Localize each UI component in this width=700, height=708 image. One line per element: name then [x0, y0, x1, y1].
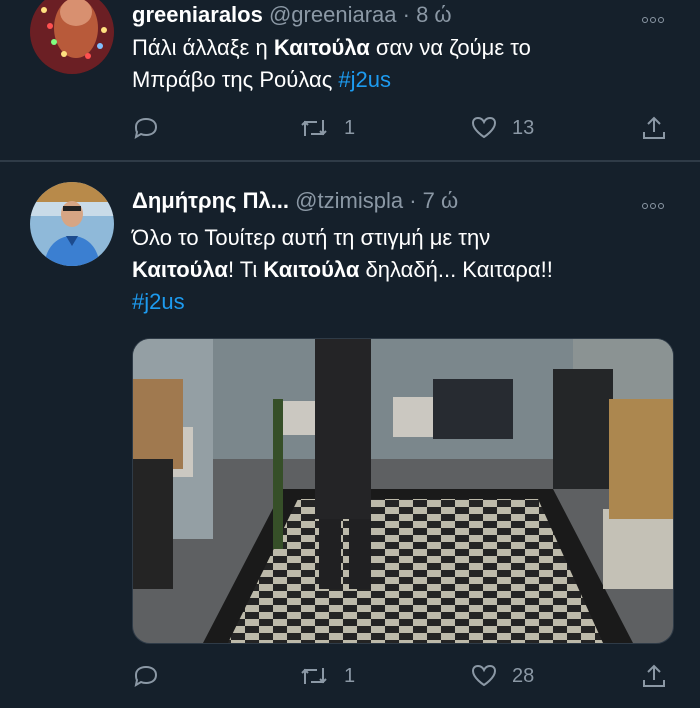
retweet-icon	[301, 120, 327, 136]
share-icon	[643, 664, 665, 687]
retweet-button[interactable]: 1	[298, 656, 355, 696]
reply-icon	[134, 117, 158, 140]
share-icon	[643, 116, 665, 139]
retweet-icon	[301, 668, 327, 684]
tweet-text: Όλο το Τουίτερ αυτή τη στιγμή με την Και…	[132, 222, 672, 318]
user-handle[interactable]: @tzimispla	[295, 188, 403, 213]
avatar[interactable]	[30, 0, 114, 74]
reply-button[interactable]	[132, 656, 174, 696]
like-count: 13	[512, 116, 535, 139]
text-bold: Καιτούλα	[273, 35, 370, 60]
avatar[interactable]	[30, 182, 114, 266]
display-name[interactable]: Δημήτρης Πλ...	[132, 188, 289, 213]
text-bold: Καιτούλα	[263, 257, 360, 282]
text-segment: ! Τι	[227, 257, 264, 282]
share-button[interactable]	[640, 108, 668, 148]
tweet-media-image[interactable]	[132, 338, 674, 644]
retweet-count: 1	[344, 664, 356, 687]
hashtag-link[interactable]: #j2us	[338, 67, 391, 92]
share-button[interactable]	[640, 656, 668, 696]
more-icon[interactable]	[642, 196, 672, 209]
taverna-photo	[133, 339, 673, 643]
tweet-actions: 1 13	[132, 108, 672, 148]
separator-dot: ·	[402, 2, 410, 27]
retweet-button[interactable]: 1	[298, 108, 355, 148]
heart-icon	[471, 116, 497, 139]
separator-dot: ·	[409, 188, 417, 213]
tweet-divider	[0, 160, 700, 162]
user-handle[interactable]: @greeniaraa	[269, 2, 397, 27]
text-segment: Μπράβο της Ρούλας	[132, 67, 339, 92]
text-segment: Πάλι άλλαξε η	[132, 35, 274, 60]
like-button[interactable]: 28	[470, 656, 534, 696]
tweet[interactable]: greeniaralos @greeniaraa · 8 ώ Πάλι άλλα…	[0, 0, 700, 160]
like-button[interactable]: 13	[470, 108, 534, 148]
display-name[interactable]: greeniaralos	[132, 2, 263, 27]
tweet-text: Πάλι άλλαξε η Καιτούλα σαν να ζούμε το Μ…	[132, 32, 672, 96]
tweet-header: Δημήτρης Πλ... @tzimispla · 7 ώ	[132, 188, 458, 214]
heart-icon	[471, 664, 497, 687]
timestamp[interactable]: 8 ώ	[416, 2, 452, 27]
reply-icon	[134, 665, 158, 688]
more-icon[interactable]	[642, 10, 672, 23]
text-bold: Καιτούλα	[132, 257, 228, 282]
timestamp[interactable]: 7 ώ	[423, 188, 459, 213]
text-segment: δηλαδή... Καιταρα!!	[359, 257, 553, 282]
tweet-actions: 1 28	[132, 656, 672, 696]
reply-button[interactable]	[132, 108, 174, 148]
text-segment: Όλο το Τουίτερ αυτή τη στιγμή με την	[132, 225, 491, 250]
like-count: 28	[512, 664, 535, 687]
tweet-header: greeniaralos @greeniaraa · 8 ώ	[132, 2, 452, 28]
retweet-count: 1	[344, 116, 356, 139]
text-segment: σαν να ζούμε το	[369, 35, 531, 60]
hashtag-link[interactable]: #j2us	[132, 289, 185, 314]
tweet[interactable]: Δημήτρης Πλ... @tzimispla · 7 ώ Όλο το Τ…	[0, 168, 700, 708]
